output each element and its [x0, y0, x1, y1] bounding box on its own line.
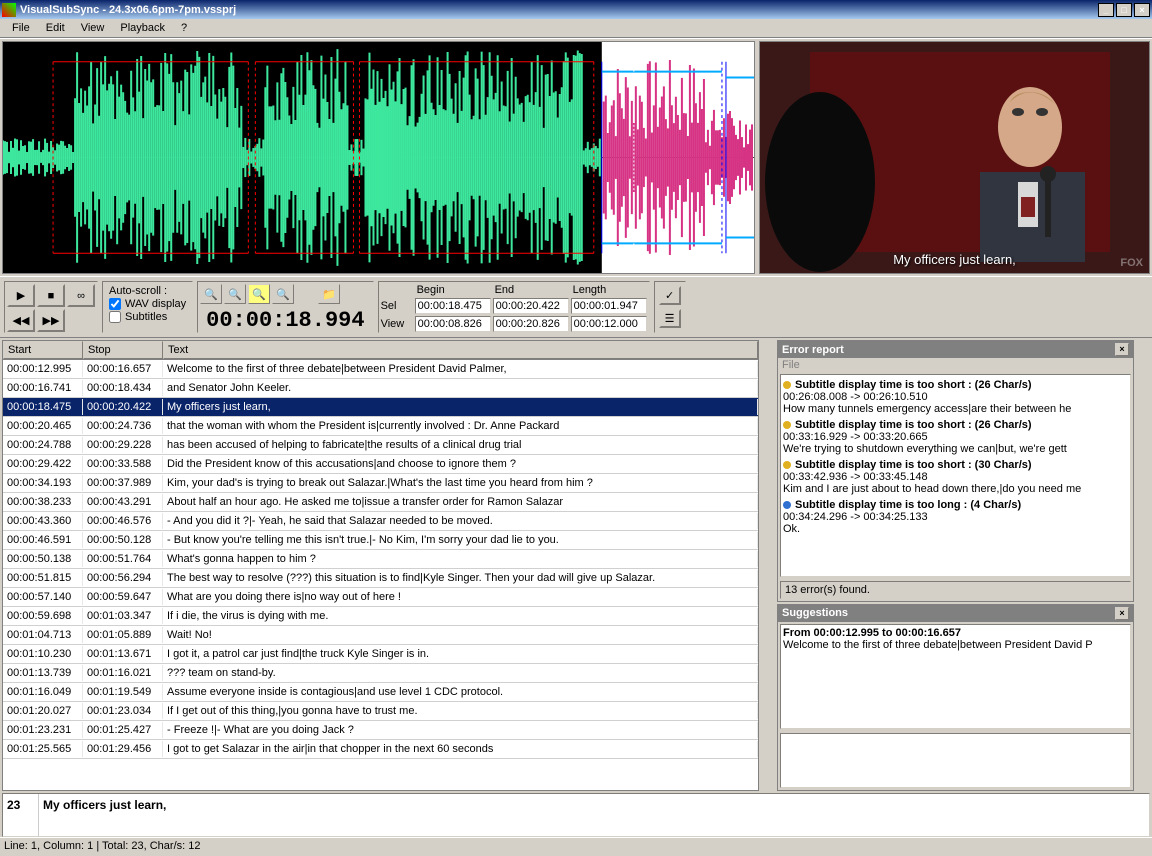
error-item[interactable]: Subtitle display time is too short : (30…	[783, 457, 1128, 497]
subtitles-checkbox[interactable]: Subtitles	[109, 311, 186, 323]
menu-?[interactable]: ?	[173, 20, 195, 36]
error-count: 13 error(s) found.	[780, 581, 1131, 599]
waveform-display[interactable]	[2, 41, 755, 274]
minimize-button[interactable]: _	[1098, 3, 1114, 17]
video-caption: My officers just learn,	[760, 252, 1149, 267]
list-button[interactable]: ☰	[659, 309, 681, 328]
subtitle-row[interactable]: 00:00:34.19300:00:37.989Kim, your dad's …	[3, 474, 758, 493]
subtitle-row[interactable]: 00:00:46.59100:00:50.128- But know you'r…	[3, 531, 758, 550]
suggestion-text: Welcome to the first of three debate|bet…	[783, 639, 1093, 651]
subtitle-row[interactable]: 00:01:04.71300:01:05.889Wait! No!	[3, 626, 758, 645]
subtitle-row[interactable]: 00:00:59.69800:01:03.347If i die, the vi…	[3, 607, 758, 626]
error-item[interactable]: Subtitle display time is too short : (26…	[783, 377, 1128, 417]
play-button[interactable]: ▶	[7, 284, 35, 307]
subtitle-editor[interactable]: My officers just learn,	[39, 794, 1149, 836]
subtitle-row[interactable]: 00:00:12.99500:00:16.657Welcome to the f…	[3, 360, 758, 379]
zoom-in-button[interactable]: 🔍	[200, 284, 222, 304]
subtitle-row[interactable]: 00:00:43.36000:00:46.576- And you did it…	[3, 512, 758, 531]
status-bar: Line: 1, Column: 1 | Total: 23, Char/s: …	[0, 837, 1152, 856]
subtitle-row[interactable]: 00:00:16.74100:00:18.434and Senator John…	[3, 379, 758, 398]
close-button[interactable]: ×	[1134, 3, 1150, 17]
subtitle-row[interactable]: 00:01:16.04900:01:19.549Assume everyone …	[3, 683, 758, 702]
sel-len-input[interactable]	[571, 298, 647, 314]
prev-button[interactable]: ◀◀	[7, 309, 35, 332]
menu-edit[interactable]: Edit	[38, 20, 73, 36]
subtitle-row[interactable]: 00:01:25.56500:01:29.456I got to get Sal…	[3, 740, 758, 759]
video-network-logo: FOX	[1120, 257, 1143, 269]
zoom-out-button[interactable]: 🔍	[224, 284, 246, 304]
subtitle-row[interactable]: 00:01:13.73900:01:16.021??? team on stan…	[3, 664, 758, 683]
subtitle-row[interactable]: 00:01:20.02700:01:23.034If I get out of …	[3, 702, 758, 721]
col-header-text[interactable]: Text	[163, 341, 758, 359]
folder-button[interactable]: 📁	[318, 284, 340, 304]
app-icon	[2, 3, 16, 17]
menu-view[interactable]: View	[73, 20, 113, 36]
menu-file[interactable]: File	[4, 20, 38, 36]
zoom-all-button[interactable]: 🔍	[272, 284, 294, 304]
subtitle-row[interactable]: 00:01:23.23100:01:25.427- Freeze !|- Wha…	[3, 721, 758, 740]
sel-end-input[interactable]	[493, 298, 569, 314]
zoom-sel-button[interactable]: 🔍	[248, 284, 270, 304]
subtitle-row[interactable]: 00:00:20.46500:00:24.736that the woman w…	[3, 417, 758, 436]
subtitle-row[interactable]: 00:01:10.23000:01:13.671I got it, a patr…	[3, 645, 758, 664]
error-item[interactable]: Subtitle display time is too long : (4 C…	[783, 497, 1128, 537]
sel-begin-input[interactable]	[415, 298, 491, 314]
subtitle-row[interactable]: 00:00:24.78800:00:29.228has been accused…	[3, 436, 758, 455]
col-header-start[interactable]: Start	[3, 341, 83, 359]
error-panel-title: Error report	[782, 344, 844, 356]
subtitle-row[interactable]: 00:00:18.47500:00:20.422My officers just…	[3, 398, 758, 417]
window-title: VisualSubSync - 24.3x06.6pm-7pm.vssprj	[20, 4, 236, 16]
video-preview[interactable]: My officers just learn, FOX	[759, 41, 1150, 274]
view-begin-input[interactable]	[415, 316, 491, 332]
subtitle-row[interactable]: 00:00:51.81500:00:56.294The best way to …	[3, 569, 758, 588]
subtitle-row[interactable]: 00:00:57.14000:00:59.647What are you doi…	[3, 588, 758, 607]
error-panel-close[interactable]: ×	[1115, 343, 1129, 356]
editor-line-num: 23	[3, 794, 39, 836]
maximize-button[interactable]: □	[1116, 3, 1132, 17]
current-timecode: 00:00:18.994	[200, 304, 370, 337]
subtitle-row[interactable]: 00:00:38.23300:00:43.291About half an ho…	[3, 493, 758, 512]
view-end-input[interactable]	[493, 316, 569, 332]
next-button[interactable]: ▶▶	[37, 309, 65, 332]
suggestions-close[interactable]: ×	[1115, 607, 1129, 620]
suggestions-title: Suggestions	[782, 607, 848, 619]
stop-button[interactable]: ■	[37, 284, 65, 307]
menu-playback[interactable]: Playback	[112, 20, 173, 36]
wav-display-checkbox[interactable]: WAV display	[109, 298, 186, 310]
autoscroll-label: Auto-scroll :	[109, 285, 186, 297]
subtitle-row[interactable]: 00:00:50.13800:00:51.764What's gonna hap…	[3, 550, 758, 569]
view-len-input[interactable]	[571, 316, 647, 332]
col-header-stop[interactable]: Stop	[83, 341, 163, 359]
subtitle-row[interactable]: 00:00:29.42200:00:33.588Did the Presiden…	[3, 455, 758, 474]
error-item[interactable]: Subtitle display time is too short : (26…	[783, 417, 1128, 457]
error-panel-menu[interactable]: File	[778, 358, 1133, 372]
loop-button[interactable]: ∞	[67, 284, 95, 307]
subtitle-grid[interactable]: Start Stop Text 00:00:12.99500:00:16.657…	[2, 340, 759, 791]
check-button[interactable]: ✓	[659, 286, 681, 305]
suggestion-range: From 00:00:12.995 to 00:00:16.657	[783, 627, 961, 639]
